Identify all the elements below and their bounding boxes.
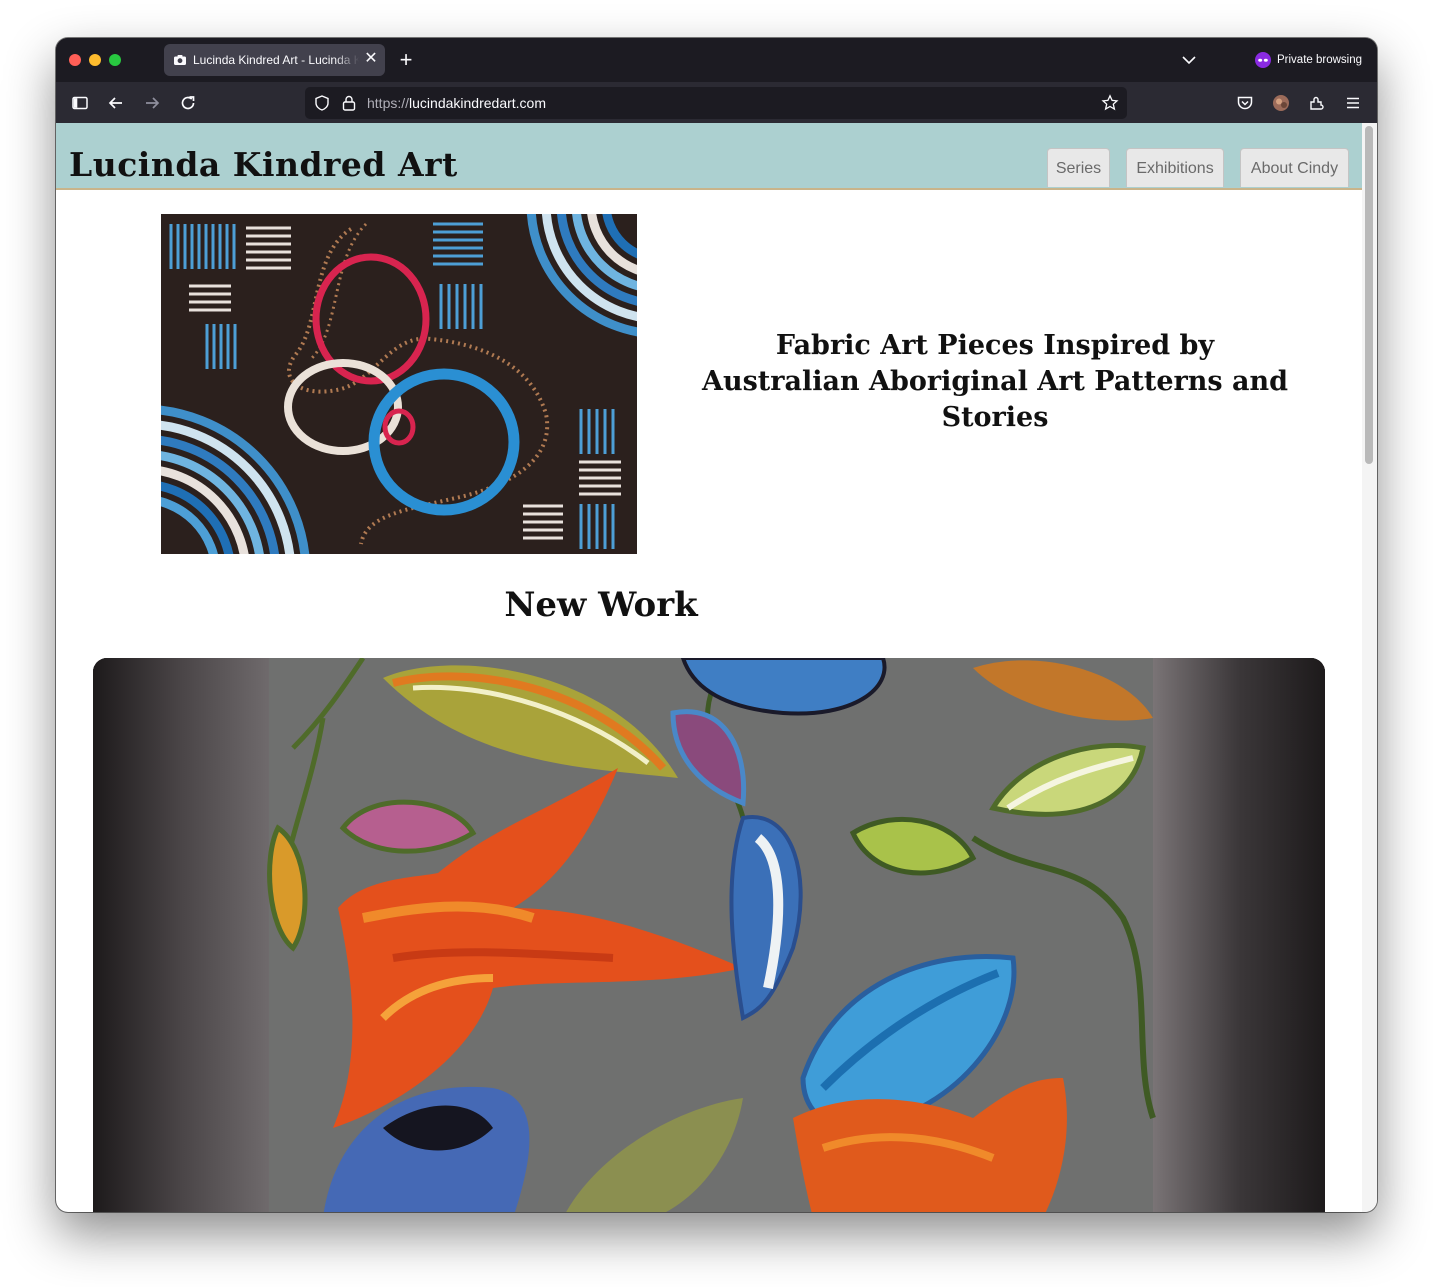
account-avatar-icon[interactable] [1271,93,1291,113]
bookmark-star-icon[interactable] [1101,94,1119,112]
nav-tab-about-cindy[interactable]: About Cindy [1240,148,1349,187]
browser-window: Lucinda Kindred Art - Lucinda Kindred Ar… [56,38,1377,1212]
close-window-button[interactable] [69,54,81,66]
menu-icon[interactable] [1343,93,1363,113]
extensions-icon[interactable] [1307,93,1327,113]
camera-icon [174,55,186,65]
scrollbar-thumb[interactable] [1365,126,1373,464]
page-scrollbar[interactable] [1362,123,1377,1212]
private-mask-icon [1255,52,1271,68]
new-work-heading: New Work [504,585,698,625]
site-title[interactable]: Lucinda Kindred Art [69,145,458,184]
navigation-toolbar: https://lucindakindredart.com [56,82,1377,123]
zoom-window-button[interactable] [109,54,121,66]
tab-close-icon[interactable]: ✕ [363,50,379,68]
featured-artwork-image [93,658,1325,1212]
private-browsing-label: Private browsing [1277,54,1363,66]
hero-heading: Fabric Art Pieces Inspired by Australian… [702,330,1288,433]
new-tab-button[interactable]: + [396,49,416,71]
page-viewport: Lucinda Kindred Art Series Exhibitions A… [56,123,1377,1212]
tab-strip: Lucinda Kindred Art - Lucinda Kindred Ar… [56,38,1377,82]
tab-list-chevron-icon[interactable] [1180,52,1198,68]
sidebar-icon[interactable] [70,93,90,113]
hero-artwork-image [161,214,637,554]
back-icon[interactable] [106,93,126,113]
url-text[interactable]: https://lucindakindredart.com [367,95,546,111]
nav-tab-exhibitions[interactable]: Exhibitions [1126,148,1224,187]
tab-title: Lucinda Kindred Art - Lucinda Kindred Ar… [193,53,359,67]
site-header: Lucinda Kindred Art Series Exhibitions A… [56,123,1362,190]
pocket-icon[interactable] [1235,93,1255,113]
tab-active[interactable]: Lucinda Kindred Art - Lucinda Kindred Ar… [164,44,385,76]
reload-icon[interactable] [178,93,198,113]
private-browsing-indicator: Private browsing [1255,52,1362,68]
lock-icon[interactable] [341,94,357,112]
address-bar[interactable]: https://lucindakindredart.com [305,87,1127,119]
minimize-window-button[interactable] [89,54,101,66]
nav-tab-series[interactable]: Series [1047,148,1110,187]
shield-icon[interactable] [313,94,331,112]
forward-icon[interactable] [142,93,162,113]
